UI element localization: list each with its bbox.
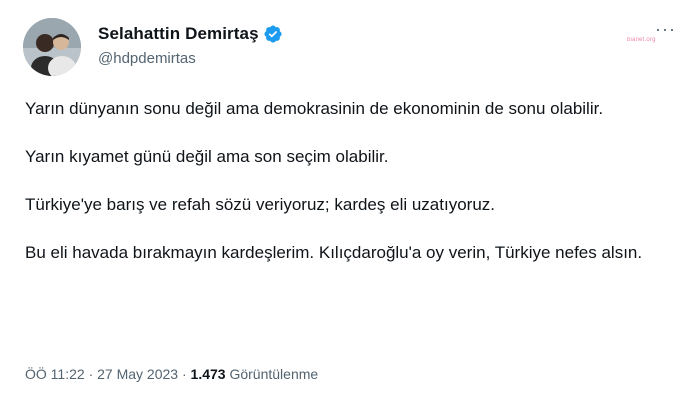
author-handle[interactable]: @hdpdemirtas — [98, 50, 196, 67]
avatar[interactable] — [23, 18, 81, 76]
verified-badge-icon — [263, 24, 283, 44]
avatar-photo-icon — [23, 18, 81, 76]
tweet-date[interactable]: 27 May 2023 — [97, 366, 178, 382]
tweet-time[interactable]: ÖÖ 11:22 — [25, 366, 85, 382]
tweet-paragraph: Türkiye'ye barış ve refah sözü veriyoruz… — [25, 195, 495, 214]
watermark: bianet.org — [627, 37, 656, 43]
tweet-meta: ÖÖ 11:22 · 27 May 2023 · 1.473 Görüntüle… — [25, 366, 318, 382]
author-name[interactable]: Selahattin Demirtaş — [98, 24, 259, 44]
meta-separator: · — [88, 366, 94, 382]
tweet-paragraph: Yarın dünyanın sonu değil ama demokrasin… — [25, 99, 604, 118]
author-name-row[interactable]: Selahattin Demirtaş — [98, 24, 283, 44]
tweet-card: Selahattin Demirtaş @hdpdemirtas bianet.… — [0, 0, 700, 404]
tweet-paragraph: Yarın kıyamet günü değil ama son seçim o… — [25, 147, 389, 166]
tweet-text: Yarın dünyanın sonu değil ama demokrasin… — [25, 96, 665, 288]
views-label: Görüntülenme — [229, 366, 319, 382]
more-dots-icon[interactable]: ··· — [655, 20, 676, 38]
meta-separator: · — [181, 366, 187, 382]
tweet-paragraph: Bu eli havada bırakmayın kardeşlerim. Kı… — [25, 243, 643, 262]
views-count: 1.473 — [190, 366, 226, 382]
